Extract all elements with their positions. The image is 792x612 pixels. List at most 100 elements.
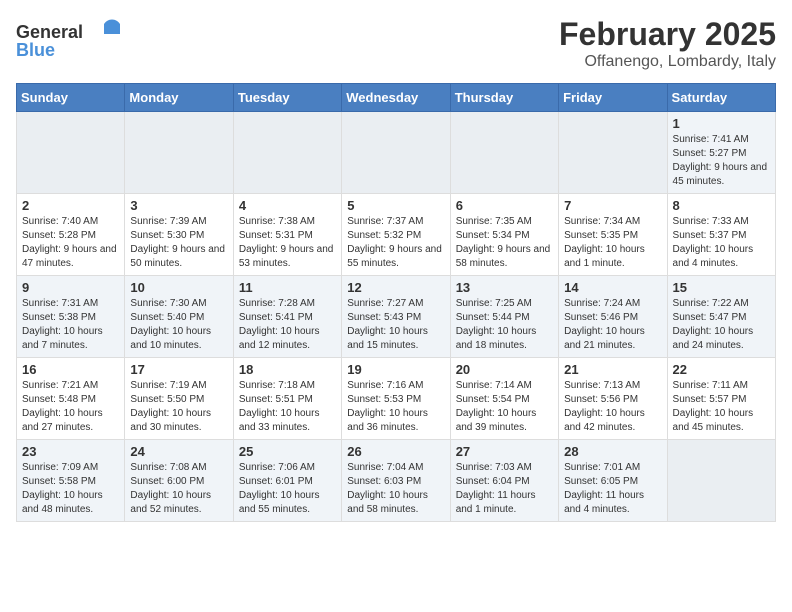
- day-number: 24: [130, 444, 227, 459]
- day-number: 28: [564, 444, 661, 459]
- day-info: Sunrise: 7:38 AM Sunset: 5:31 PM Dayligh…: [239, 215, 336, 271]
- day-info: Sunrise: 7:03 AM Sunset: 6:04 PM Dayligh…: [456, 461, 553, 517]
- day-number: 1: [673, 116, 770, 131]
- day-number: 25: [239, 444, 336, 459]
- day-number: 17: [130, 362, 227, 377]
- day-number: 10: [130, 280, 227, 295]
- day-info: Sunrise: 7:40 AM Sunset: 5:28 PM Dayligh…: [22, 215, 119, 271]
- calendar-day-cell: 18 Sunrise: 7:18 AM Sunset: 5:51 PM Dayli…: [233, 358, 341, 440]
- day-info: Sunrise: 7:35 AM Sunset: 5:34 PM Dayligh…: [456, 215, 553, 271]
- day-info: Sunrise: 7:25 AM Sunset: 5:44 PM Dayligh…: [456, 297, 553, 353]
- calendar-day-cell: 9Sunrise: 7:31 AM Sunset: 5:38 PM Daylig…: [17, 276, 125, 358]
- calendar-day-cell: 10 Sunrise: 7:30 AM Sunset: 5:40 PM Dayli…: [125, 276, 233, 358]
- calendar-week-row: 23 Sunrise: 7:09 AM Sunset: 5:58 PM Dayli…: [17, 440, 776, 522]
- calendar-day-cell: 7 Sunrise: 7:34 AM Sunset: 5:35 PM Daylig…: [559, 194, 667, 276]
- day-info: Sunrise: 7:28 AM Sunset: 5:41 PM Dayligh…: [239, 297, 336, 353]
- calendar-week-row: 2 Sunrise: 7:40 AM Sunset: 5:28 PM Daylig…: [17, 194, 776, 276]
- calendar-day-cell: [17, 112, 125, 194]
- calendar-day-cell: [233, 112, 341, 194]
- day-info: Sunrise: 7:30 AM Sunset: 5:40 PM Dayligh…: [130, 297, 227, 353]
- logo-text: General Blue: [16, 16, 126, 66]
- calendar-day-cell: 5 Sunrise: 7:37 AM Sunset: 5:32 PM Daylig…: [342, 194, 450, 276]
- calendar-day-cell: [342, 112, 450, 194]
- weekday-header: Monday: [125, 84, 233, 112]
- day-info: Sunrise: 7:41 AM Sunset: 5:27 PM Dayligh…: [673, 133, 770, 189]
- day-number: 7: [564, 198, 661, 213]
- day-number: 5: [347, 198, 444, 213]
- calendar-day-cell: 22 Sunrise: 7:11 AM Sunset: 5:57 PM Dayli…: [667, 358, 775, 440]
- day-info: Sunrise: 7:21 AM Sunset: 5:48 PM Dayligh…: [22, 379, 119, 435]
- day-info: Sunrise: 7:22 AM Sunset: 5:47 PM Dayligh…: [673, 297, 770, 353]
- location-title: Offanengo, Lombardy, Italy: [559, 53, 776, 71]
- svg-text:General: General: [16, 22, 83, 42]
- title-block: February 2025 Offanengo, Lombardy, Italy: [559, 16, 776, 71]
- weekday-header: Saturday: [667, 84, 775, 112]
- calendar-week-row: 1 Sunrise: 7:41 AM Sunset: 5:27 PM Daylig…: [17, 112, 776, 194]
- calendar-day-cell: [559, 112, 667, 194]
- day-info: Sunrise: 7:16 AM Sunset: 5:53 PM Dayligh…: [347, 379, 444, 435]
- day-info: Sunrise: 7:14 AM Sunset: 5:54 PM Dayligh…: [456, 379, 553, 435]
- calendar-day-cell: 4 Sunrise: 7:38 AM Sunset: 5:31 PM Daylig…: [233, 194, 341, 276]
- day-info: Sunrise: 7:34 AM Sunset: 5:35 PM Dayligh…: [564, 215, 661, 271]
- calendar-day-cell: 16Sunrise: 7:21 AM Sunset: 5:48 PM Dayli…: [17, 358, 125, 440]
- day-info: Sunrise: 7:01 AM Sunset: 6:05 PM Dayligh…: [564, 461, 661, 517]
- calendar-day-cell: 23 Sunrise: 7:09 AM Sunset: 5:58 PM Dayli…: [17, 440, 125, 522]
- day-number: 11: [239, 280, 336, 295]
- day-info: Sunrise: 7:11 AM Sunset: 5:57 PM Dayligh…: [673, 379, 770, 435]
- calendar-table: SundayMondayTuesdayWednesdayThursdayFrid…: [16, 83, 776, 522]
- day-number: 2: [22, 198, 119, 213]
- calendar-day-cell: [450, 112, 558, 194]
- day-info: Sunrise: 7:09 AM Sunset: 5:58 PM Dayligh…: [22, 461, 119, 517]
- day-number: 15: [673, 280, 770, 295]
- day-number: 23: [22, 444, 119, 459]
- day-info: Sunrise: 7:27 AM Sunset: 5:43 PM Dayligh…: [347, 297, 444, 353]
- day-number: 12: [347, 280, 444, 295]
- calendar-day-cell: 24Sunrise: 7:08 AM Sunset: 6:00 PM Dayli…: [125, 440, 233, 522]
- day-number: 26: [347, 444, 444, 459]
- month-title: February 2025: [559, 16, 776, 53]
- calendar-day-cell: 17 Sunrise: 7:19 AM Sunset: 5:50 PM Dayli…: [125, 358, 233, 440]
- calendar-day-cell: 25 Sunrise: 7:06 AM Sunset: 6:01 PM Dayli…: [233, 440, 341, 522]
- day-number: 18: [239, 362, 336, 377]
- weekday-header: Sunday: [17, 84, 125, 112]
- weekday-header-row: SundayMondayTuesdayWednesdayThursdayFrid…: [17, 84, 776, 112]
- day-number: 13: [456, 280, 553, 295]
- day-info: Sunrise: 7:24 AM Sunset: 5:46 PM Dayligh…: [564, 297, 661, 353]
- day-info: Sunrise: 7:19 AM Sunset: 5:50 PM Dayligh…: [130, 379, 227, 435]
- day-info: Sunrise: 7:06 AM Sunset: 6:01 PM Dayligh…: [239, 461, 336, 517]
- day-info: Sunrise: 7:37 AM Sunset: 5:32 PM Dayligh…: [347, 215, 444, 271]
- day-number: 22: [673, 362, 770, 377]
- day-number: 19: [347, 362, 444, 377]
- weekday-header: Tuesday: [233, 84, 341, 112]
- logo: General Blue: [16, 16, 126, 66]
- calendar-day-cell: 14 Sunrise: 7:24 AM Sunset: 5:46 PM Dayli…: [559, 276, 667, 358]
- calendar-day-cell: [667, 440, 775, 522]
- calendar-day-cell: 15 Sunrise: 7:22 AM Sunset: 5:47 PM Dayli…: [667, 276, 775, 358]
- day-number: 27: [456, 444, 553, 459]
- day-info: Sunrise: 7:39 AM Sunset: 5:30 PM Dayligh…: [130, 215, 227, 271]
- calendar-day-cell: 2 Sunrise: 7:40 AM Sunset: 5:28 PM Daylig…: [17, 194, 125, 276]
- calendar-day-cell: 6 Sunrise: 7:35 AM Sunset: 5:34 PM Daylig…: [450, 194, 558, 276]
- day-number: 4: [239, 198, 336, 213]
- calendar-day-cell: 12 Sunrise: 7:27 AM Sunset: 5:43 PM Dayli…: [342, 276, 450, 358]
- calendar-day-cell: 11 Sunrise: 7:28 AM Sunset: 5:41 PM Dayli…: [233, 276, 341, 358]
- page-header: General Blue February 2025 Offanengo, Lo…: [16, 16, 776, 71]
- day-number: 8: [673, 198, 770, 213]
- calendar-day-cell: 28 Sunrise: 7:01 AM Sunset: 6:05 PM Dayli…: [559, 440, 667, 522]
- day-number: 6: [456, 198, 553, 213]
- calendar-day-cell: 21 Sunrise: 7:13 AM Sunset: 5:56 PM Dayli…: [559, 358, 667, 440]
- day-info: Sunrise: 7:18 AM Sunset: 5:51 PM Dayligh…: [239, 379, 336, 435]
- day-info: Sunrise: 7:33 AM Sunset: 5:37 PM Dayligh…: [673, 215, 770, 271]
- calendar-day-cell: 19 Sunrise: 7:16 AM Sunset: 5:53 PM Dayli…: [342, 358, 450, 440]
- day-number: 21: [564, 362, 661, 377]
- calendar-day-cell: [125, 112, 233, 194]
- day-number: 3: [130, 198, 227, 213]
- svg-text:Blue: Blue: [16, 40, 55, 60]
- day-number: 14: [564, 280, 661, 295]
- weekday-header: Thursday: [450, 84, 558, 112]
- day-number: 20: [456, 362, 553, 377]
- day-info: Sunrise: 7:13 AM Sunset: 5:56 PM Dayligh…: [564, 379, 661, 435]
- calendar-day-cell: 3 Sunrise: 7:39 AM Sunset: 5:30 PM Daylig…: [125, 194, 233, 276]
- day-info: Sunrise: 7:31 AM Sunset: 5:38 PM Dayligh…: [22, 297, 119, 353]
- calendar-day-cell: 8 Sunrise: 7:33 AM Sunset: 5:37 PM Daylig…: [667, 194, 775, 276]
